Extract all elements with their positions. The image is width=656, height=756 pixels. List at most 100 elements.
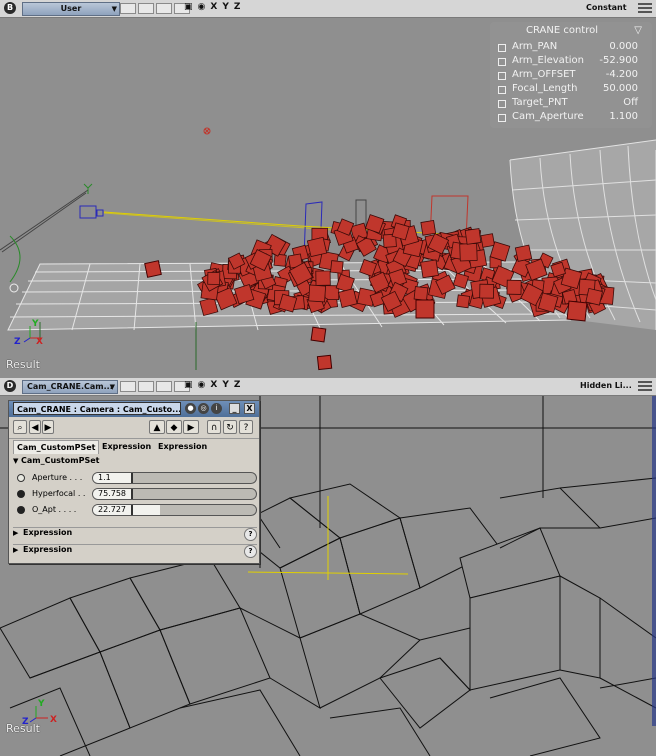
red-cube: [420, 220, 437, 236]
red-cube: [315, 270, 331, 286]
collapse-triangle-icon[interactable]: ▽: [634, 25, 642, 36]
panel-toolbar: ⌕ ◀ ▶ ▲ ◆ ▶ ∩ ↻ ?: [9, 418, 259, 439]
dropdown-arrow-icon: ▼: [109, 383, 115, 391]
expression-arrow-icon[interactable]: [17, 490, 25, 498]
param-value[interactable]: 75.758: [93, 489, 133, 499]
param-row: Aperture . . . 1.1: [15, 472, 257, 486]
view-name: User: [60, 4, 82, 13]
red-cube: [479, 283, 495, 299]
axis-z-button[interactable]: Z: [234, 380, 242, 390]
memo-camera-buttons: [120, 3, 192, 14]
camera-icon[interactable]: ▣: [184, 2, 194, 12]
hud-row[interactable]: Cam_Aperture 1.100: [498, 110, 648, 124]
svg-text:Y: Y: [37, 699, 45, 709]
viewport-tools: ▣ ◉ X Y Z: [184, 380, 245, 390]
memo-button[interactable]: [120, 381, 136, 392]
viewport-menu-icon[interactable]: [638, 381, 652, 391]
svg-text:X: X: [50, 715, 57, 725]
checkbox-icon: [498, 72, 506, 80]
aperture-slider[interactable]: 1.1: [92, 472, 257, 484]
property-panel[interactable]: Cam_CRANE : Camera : Cam_Custo... ● ◎ i …: [8, 400, 260, 564]
viewport-menu-icon[interactable]: [638, 3, 652, 13]
search-icon[interactable]: ⌕: [13, 420, 27, 434]
panel-titlebar[interactable]: Cam_CRANE : Camera : Cam_Custo... ● ◎ i …: [9, 401, 259, 417]
viewport-label: Result: [6, 358, 40, 371]
red-cube: [199, 297, 219, 317]
section-header[interactable]: ▼ Cam_CustomPSet: [13, 456, 99, 465]
red-cube: [464, 228, 482, 245]
expression-arrow-icon[interactable]: [17, 506, 25, 514]
hud-row[interactable]: Arm_Elevation -52.900: [498, 54, 648, 68]
red-cube: [330, 260, 344, 274]
camera-icon[interactable]: ▣: [184, 380, 194, 390]
lock-icon[interactable]: ∩: [207, 420, 221, 434]
apply-icon[interactable]: ▶: [183, 420, 199, 434]
svg-text:Z: Z: [14, 337, 21, 347]
display-mode-menu[interactable]: Constant: [586, 3, 627, 12]
memo-camera-buttons: [120, 381, 192, 392]
save-preset-icon[interactable]: ◆: [166, 420, 182, 434]
expand-triangle-icon: ▼: [13, 457, 19, 465]
svg-text:Y: Y: [31, 319, 39, 329]
close-button[interactable]: X: [244, 403, 255, 414]
memo-button[interactable]: [138, 3, 154, 14]
display-mode-menu[interactable]: Hidden Li...: [580, 381, 632, 390]
red-cube: [514, 244, 533, 262]
checkbox-icon: [498, 44, 506, 52]
param-label: O_Apt . . . .: [32, 505, 77, 514]
expression-section[interactable]: ▶ Expression?: [13, 544, 257, 558]
load-preset-icon[interactable]: ▲: [149, 420, 165, 434]
dropdown-arrow-icon: ▼: [111, 5, 117, 13]
forward-arrow-icon[interactable]: ▶: [42, 420, 54, 434]
view-menu[interactable]: Cam_CRANE.Cam... ▼: [22, 380, 118, 394]
collapsed-triangle-icon: ▶: [13, 529, 19, 537]
red-cube: [480, 233, 495, 248]
hyperfocal-slider[interactable]: 75.758: [92, 488, 257, 500]
info-icon[interactable]: i: [211, 403, 222, 414]
eye-icon[interactable]: ◉: [198, 380, 207, 390]
expression-section[interactable]: ▶ Expression?: [13, 527, 257, 541]
param-value[interactable]: 22.727: [93, 505, 133, 515]
checkbox-icon: [498, 58, 506, 66]
crane-control-hud: CRANE control ▽ Arm_PAN 0.000 Arm_Elevatio…: [490, 22, 652, 128]
param-value[interactable]: 1.1: [93, 473, 133, 483]
hud-row[interactable]: Focal_Length 50.000: [498, 82, 648, 96]
axis-x-button[interactable]: X: [210, 380, 218, 390]
animation-key-icon[interactable]: [17, 474, 25, 482]
help-icon[interactable]: ?: [239, 420, 253, 434]
o-apt-slider[interactable]: 22.727: [92, 504, 257, 516]
hud-row[interactable]: Target_PNT Off: [498, 96, 648, 110]
red-cube: [420, 259, 439, 279]
tab-cam-custompset[interactable]: Cam_CustomPSet: [13, 440, 100, 454]
help-icon[interactable]: ?: [244, 545, 257, 558]
axis-x-button[interactable]: X: [210, 2, 218, 12]
viewport-header: D Cam_CRANE.Cam... ▼ ▣ ◉ X Y Z Hidden Li...: [0, 378, 656, 396]
eye-icon[interactable]: ◉: [198, 2, 207, 12]
axis-y-button[interactable]: Y: [222, 2, 230, 12]
hud-row[interactable]: Arm_PAN 0.000: [498, 40, 648, 54]
tab-expression[interactable]: Expression: [155, 440, 210, 453]
view-menu[interactable]: User ▼: [22, 2, 120, 16]
memo-button[interactable]: [138, 381, 154, 392]
memo-button[interactable]: [156, 381, 172, 392]
lock-icon[interactable]: ●: [185, 403, 196, 414]
param-row: Hyperfocal . . 75.758: [15, 488, 257, 502]
viewport-letter[interactable]: D: [4, 380, 16, 392]
memo-button[interactable]: [120, 3, 136, 14]
refresh-icon[interactable]: ↻: [223, 420, 237, 434]
memo-button[interactable]: [156, 3, 172, 14]
viewport-tools: ▣ ◉ X Y Z: [184, 2, 245, 12]
back-arrow-icon[interactable]: ◀: [29, 420, 41, 434]
viewport-letter[interactable]: B: [4, 2, 16, 14]
checkbox-icon: [498, 100, 506, 108]
help-icon[interactable]: ?: [244, 528, 257, 541]
axis-y-button[interactable]: Y: [222, 380, 230, 390]
minimize-button[interactable]: _: [229, 403, 240, 414]
param-label: Hyperfocal . .: [32, 489, 86, 498]
hud-row[interactable]: Arm_OFFSET -4.200: [498, 68, 648, 82]
viewport-top[interactable]: B User ▼ ▣ ◉ X Y Z Constant Y X Z Result…: [0, 0, 656, 378]
tab-expression[interactable]: Expression: [99, 440, 154, 453]
viewport-label: Result: [6, 722, 40, 735]
recycle-icon[interactable]: ◎: [198, 403, 209, 414]
axis-z-button[interactable]: Z: [234, 2, 242, 12]
